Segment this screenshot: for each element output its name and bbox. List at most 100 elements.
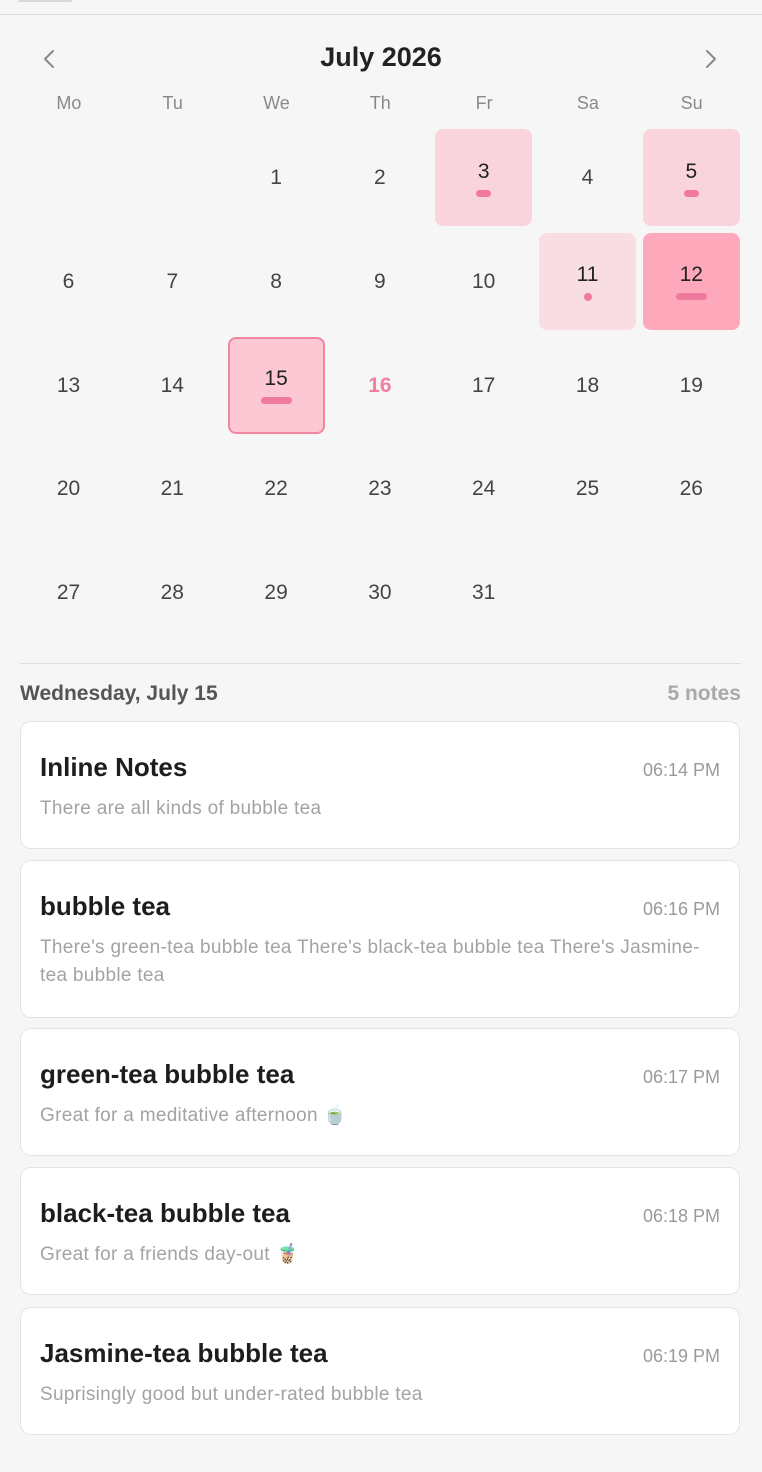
weekday-label: Th bbox=[369, 93, 391, 113]
day-number: 16 bbox=[368, 373, 392, 397]
note-indicator bbox=[683, 189, 699, 197]
note-preview: There are all kinds of bubble tea bbox=[40, 798, 322, 819]
note-title: green-tea bubble tea bbox=[40, 1059, 295, 1089]
calendar-grid: 1 2 3 4 5 6 7 8 9 10 11 12 13 14 15 16 17 18 19 20 21 22 23 24 2… bbox=[17, 128, 744, 648]
next-month-button[interactable] bbox=[696, 44, 726, 74]
note-indicator bbox=[675, 293, 707, 301]
calendar-day[interactable]: 18 bbox=[539, 337, 636, 434]
day-number: 8 bbox=[270, 269, 282, 293]
note-preview: Great for a meditative afternoon 🍵 bbox=[40, 1105, 348, 1126]
day-number: 25 bbox=[575, 477, 600, 501]
notes-list-header: Wednesday, July 15 5 notes bbox=[20, 682, 741, 710]
day-number: 15 bbox=[264, 367, 288, 391]
top-toolbar bbox=[0, 0, 762, 15]
calendar-day[interactable]: 2 bbox=[331, 129, 428, 226]
note-indicator bbox=[260, 397, 292, 405]
day-number: 12 bbox=[679, 263, 703, 287]
calendar-day[interactable]: 22 bbox=[228, 440, 325, 537]
calendar-day[interactable]: 19 bbox=[643, 337, 740, 434]
day-number: 3 bbox=[477, 159, 490, 183]
day-number: 7 bbox=[166, 269, 179, 293]
note-preview: Suprisingly good but under-rated bubble … bbox=[40, 1384, 423, 1405]
calendar-header: July 2026 bbox=[0, 30, 762, 88]
calendar-day[interactable]: 24 bbox=[435, 440, 532, 537]
weekday-label: We bbox=[263, 93, 290, 113]
day-number: 9 bbox=[374, 269, 386, 293]
note-title: Inline Notes bbox=[40, 752, 188, 782]
selected-date-label: Wednesday, July 15 bbox=[20, 682, 218, 705]
day-number: 29 bbox=[264, 581, 288, 605]
calendar-day[interactable]: 30 bbox=[331, 544, 428, 641]
calendar-day[interactable]: 13 bbox=[20, 337, 117, 434]
day-number: 28 bbox=[160, 581, 184, 605]
note-card[interactable]: Jasmine-tea bubble tea 06:19 PM Suprisin… bbox=[20, 1307, 740, 1435]
note-card[interactable]: bubble tea 06:16 PM There's green-tea bu… bbox=[20, 860, 740, 1018]
day-number: 18 bbox=[575, 373, 600, 397]
note-time: 06:14 PM bbox=[642, 760, 720, 780]
chevron-right-icon bbox=[706, 50, 716, 68]
calendar-day[interactable]: 27 bbox=[20, 544, 117, 641]
calendar-day[interactable]: 9 bbox=[331, 233, 428, 330]
day-number: 21 bbox=[160, 477, 184, 501]
calendar-day[interactable]: 10 bbox=[435, 233, 532, 330]
weekday-label: Su bbox=[680, 93, 703, 113]
day-number: 19 bbox=[679, 373, 703, 397]
day-number: 14 bbox=[160, 373, 184, 397]
calendar-day[interactable]: 7 bbox=[124, 233, 221, 330]
calendar-day[interactable]: 12 bbox=[642, 232, 740, 330]
calendar-day[interactable]: 16 bbox=[331, 337, 428, 434]
note-card[interactable]: green-tea bubble tea 06:17 PM Great for … bbox=[20, 1028, 740, 1156]
day-number: 24 bbox=[472, 477, 496, 501]
weekday-label: Fr bbox=[475, 93, 493, 113]
day-number: 30 bbox=[368, 581, 392, 605]
day-number: 2 bbox=[374, 166, 386, 189]
day-number: 22 bbox=[264, 477, 288, 501]
note-time: 06:19 PM bbox=[642, 1346, 720, 1366]
note-title: black-tea bubble tea bbox=[40, 1198, 290, 1228]
calendar-day[interactable]: 4 bbox=[539, 129, 636, 226]
calendar-day[interactable]: 29 bbox=[228, 544, 325, 641]
note-card[interactable]: black-tea bubble tea 06:18 PM Great for … bbox=[20, 1167, 740, 1295]
calendar-day[interactable]: 21 bbox=[124, 440, 221, 537]
day-number: 11 bbox=[576, 262, 599, 286]
note-card[interactable]: Inline Notes 06:14 PM There are all kind… bbox=[20, 721, 740, 849]
day-number: 4 bbox=[581, 166, 594, 189]
day-number: 13 bbox=[56, 373, 81, 397]
calendar-day[interactable]: 8 bbox=[228, 233, 325, 330]
notes-count: 5 notes bbox=[667, 682, 741, 705]
calendar-day[interactable]: 5 bbox=[642, 129, 740, 226]
note-indicator bbox=[583, 292, 592, 301]
divider bbox=[20, 663, 741, 664]
day-number: 6 bbox=[62, 269, 75, 293]
calendar-day[interactable]: 3 bbox=[435, 129, 533, 226]
note-time: 06:17 PM bbox=[642, 1067, 720, 1087]
calendar-day[interactable]: 26 bbox=[643, 440, 740, 537]
day-number: 17 bbox=[472, 373, 496, 397]
day-number: 10 bbox=[472, 269, 496, 293]
calendar-day[interactable]: 23 bbox=[331, 440, 428, 537]
weekday-label: Mo bbox=[56, 93, 82, 113]
day-number: 31 bbox=[472, 581, 496, 605]
day-number: 23 bbox=[368, 477, 392, 501]
weekday-label: Tu bbox=[162, 93, 183, 113]
day-number: 27 bbox=[56, 581, 81, 605]
calendar-day[interactable]: 15 bbox=[227, 336, 325, 434]
calendar-day[interactable]: 20 bbox=[20, 440, 117, 537]
note-preview: Great for a friends day-out 🧋 bbox=[40, 1244, 300, 1265]
calendar-day[interactable]: 1 bbox=[228, 129, 325, 226]
calendar-day[interactable]: 28 bbox=[124, 544, 221, 641]
calendar-day[interactable]: 14 bbox=[124, 337, 221, 434]
calendar-day[interactable]: 31 bbox=[435, 544, 532, 641]
calendar-day[interactable]: 11 bbox=[539, 232, 636, 330]
note-time: 06:16 PM bbox=[642, 899, 720, 919]
toolbar-edge bbox=[18, 0, 72, 2]
calendar-day[interactable]: 6 bbox=[20, 233, 117, 330]
note-title: bubble tea bbox=[40, 891, 171, 921]
calendar-day[interactable]: 17 bbox=[435, 337, 532, 434]
calendar-day[interactable]: 25 bbox=[539, 440, 636, 537]
note-indicator bbox=[476, 189, 492, 197]
month-title: July 2026 bbox=[320, 42, 442, 72]
day-number: 1 bbox=[270, 166, 282, 189]
day-number: 26 bbox=[679, 477, 703, 501]
weekday-header-row: Mo Tu We Th Fr Sa Su bbox=[17, 93, 744, 123]
